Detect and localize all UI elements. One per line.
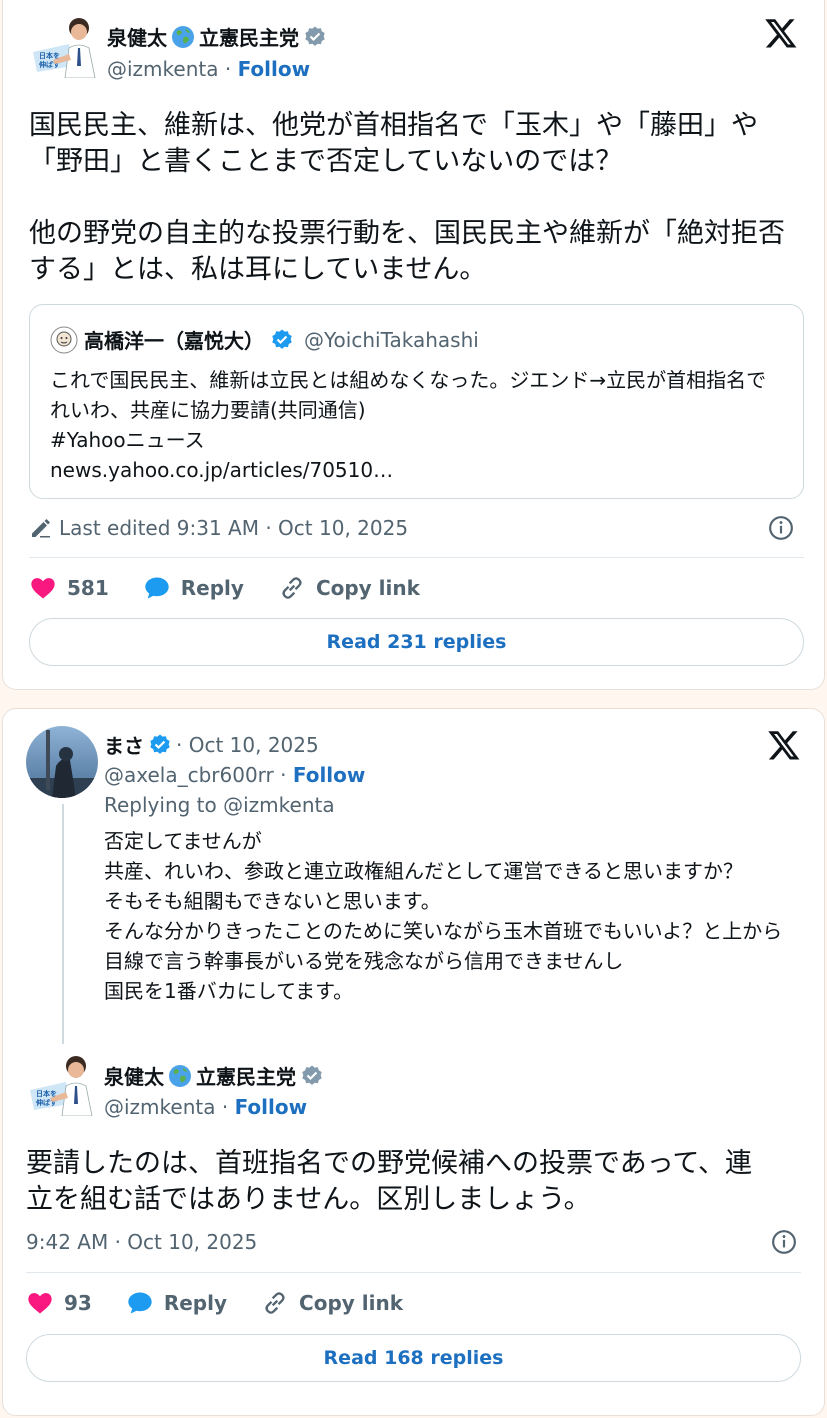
quoted-author-handle: @YoichiTakahashi	[304, 327, 479, 352]
like-count: 93	[64, 1291, 92, 1315]
timestamp[interactable]: 9:42 AM · Oct 10, 2025	[26, 1230, 257, 1254]
quoted-tweet[interactable]: 高橋洋一（嘉悦大） @YoichiTakahashi これで国民民主、維新は立民…	[29, 304, 804, 499]
quoted-tweet-text: これで国民民主、維新は立民とは組めなくなった。ジエンド→立民が首相指名でれいわ、…	[50, 368, 767, 482]
x-logo-icon[interactable]	[767, 728, 801, 762]
copy-link-label: Copy link	[299, 1291, 404, 1315]
thread-connector	[62, 804, 64, 1044]
tweet-card-1: 日本を 伸ばす 泉健太 立憲民主党 @izmkenta · Follow 国民民…	[2, 0, 825, 690]
divider	[26, 1272, 801, 1273]
reply-tweet-text: 否定してませんが 共産、れいわ、参政と連立政権組んだとして運営できると思いますか…	[104, 829, 783, 1003]
reply-date[interactable]: · Oct 10, 2025	[176, 733, 319, 757]
author-handle[interactable]: @izmkenta	[107, 57, 218, 81]
author-name[interactable]: 泉健太	[107, 22, 167, 51]
author-handle-line: @izmkenta · Follow	[107, 57, 310, 81]
copy-link-button[interactable]: Copy link	[278, 574, 420, 602]
verified-badge-icon	[270, 328, 294, 352]
quoted-tweet-header: 高橋洋一（嘉悦大） @YoichiTakahashi	[50, 325, 479, 354]
replying-to: Replying to @izmkenta	[104, 793, 335, 817]
timestamp-line: Last edited 9:31 AM · Oct 10, 2025	[29, 516, 408, 540]
reply-button[interactable]: Reply	[126, 1289, 227, 1317]
reply-author-avatar[interactable]	[26, 726, 98, 798]
author-avatar[interactable]: 日本を 伸ばす	[26, 1052, 98, 1116]
reply-author-handle[interactable]: @axela_cbr600rr	[104, 763, 274, 787]
info-icon[interactable]	[768, 515, 794, 541]
timestamp-line: 9:42 AM · Oct 10, 2025	[26, 1230, 257, 1254]
action-bar: 581 Reply Copy link	[29, 574, 454, 602]
like-button[interactable]: 581	[29, 574, 109, 602]
avatar-image-izumi: 日本を 伸ばす	[29, 14, 101, 78]
copy-link-button[interactable]: Copy link	[261, 1289, 403, 1317]
read-replies-button[interactable]: Read 231 replies	[29, 618, 804, 666]
quoted-author-avatar	[50, 326, 78, 354]
reply-bubble-icon	[145, 577, 169, 599]
separator: ·	[280, 763, 287, 787]
x-logo-icon[interactable]	[764, 16, 798, 50]
author-party: 立憲民主党	[196, 1065, 296, 1089]
follow-button[interactable]: Follow	[235, 1095, 308, 1119]
author-handle[interactable]: @izmkenta	[104, 1095, 215, 1119]
verified-badge-icon	[303, 25, 327, 49]
globe-icon	[171, 25, 195, 49]
follow-button[interactable]: Follow	[293, 763, 366, 787]
action-bar: 93 Reply Copy link	[26, 1289, 437, 1317]
read-replies-button[interactable]: Read 168 replies	[26, 1334, 801, 1382]
reply-label: Reply	[163, 1291, 228, 1315]
separator: ·	[224, 57, 232, 81]
avatar-image-masa	[26, 726, 98, 798]
info-icon[interactable]	[771, 1229, 797, 1255]
globe-icon	[168, 1064, 192, 1088]
like-count: 581	[67, 576, 109, 600]
link-icon	[282, 577, 302, 599]
avatar-image-izumi: 日本を 伸ばす	[26, 1052, 98, 1116]
author-name-line: 泉健太 立憲民主党	[104, 1061, 324, 1090]
separator: ·	[221, 1095, 229, 1119]
tweet-text: 要請したのは、首班指名での野党候補への投票であって、連立を組む話ではありません。…	[26, 1148, 753, 1215]
heart-icon	[28, 1293, 52, 1314]
divider	[29, 557, 804, 558]
follow-button[interactable]: Follow	[238, 57, 311, 81]
copy-link-label: Copy link	[315, 576, 420, 600]
heart-icon	[31, 578, 55, 599]
quoted-author-name: 高橋洋一（嘉悦大）	[84, 329, 264, 353]
reply-author-name-line: まさ · Oct 10, 2025	[104, 730, 319, 759]
author-avatar[interactable]: 日本を 伸ばす	[29, 14, 101, 78]
reply-label: Reply	[180, 576, 244, 600]
reply-handle-line: @axela_cbr600rr · Follow	[104, 763, 365, 787]
tweet-text: 国民民主、維新は、他党が首相指名で「玉木」や「藤田」や「野田」と書くことまで否定…	[29, 110, 785, 285]
author-handle-line: @izmkenta · Follow	[104, 1095, 307, 1119]
author-name-line: 泉健太 立憲民主党	[107, 22, 327, 51]
like-button[interactable]: 93	[26, 1289, 92, 1317]
timestamp[interactable]: Last edited 9:31 AM · Oct 10, 2025	[59, 516, 408, 540]
link-icon	[265, 1292, 285, 1314]
reply-bubble-icon	[128, 1292, 152, 1314]
author-party: 立憲民主党	[199, 26, 299, 50]
author-name[interactable]: 泉健太	[104, 1061, 164, 1090]
reply-button[interactable]: Reply	[143, 574, 244, 602]
verified-badge-icon	[300, 1064, 324, 1088]
verified-badge-icon	[148, 733, 172, 757]
pencil-icon	[29, 516, 53, 540]
reply-author-name[interactable]: まさ	[104, 730, 144, 759]
